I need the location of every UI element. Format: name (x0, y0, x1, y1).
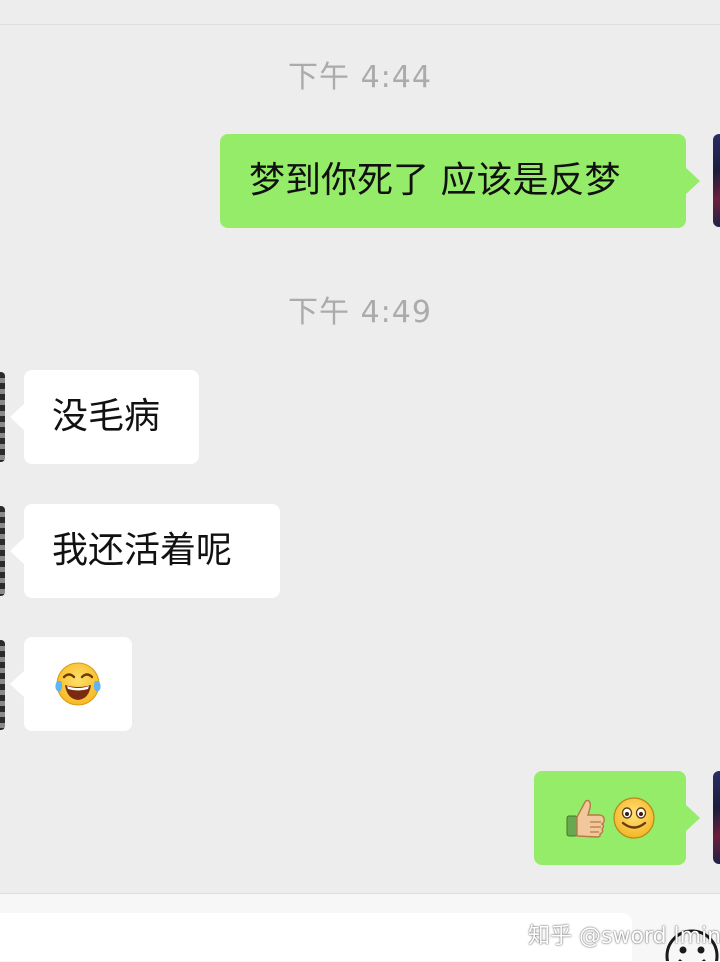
message-bubble-received[interactable] (10, 637, 132, 731)
message-text: 我还活着呢 (52, 530, 233, 571)
message-text: 没毛病 (52, 396, 161, 437)
contact-avatar[interactable] (0, 506, 5, 596)
message-bubble-received[interactable]: 没毛病 (10, 370, 199, 464)
thumbs-up-emoji (566, 799, 605, 838)
header-divider (0, 24, 720, 25)
my-avatar[interactable] (713, 771, 720, 864)
contact-avatar[interactable] (0, 640, 5, 730)
message-text: 梦到你死了 应该是反梦 (249, 160, 621, 201)
timestamp: 下午 4:44 (288, 60, 432, 95)
message-bubble-sent[interactable] (534, 771, 700, 865)
my-avatar[interactable] (713, 134, 720, 227)
smile-emoji (613, 797, 655, 839)
message-bubble-sent[interactable]: 梦到你死了 应该是反梦 (220, 134, 700, 228)
message-bubble-received[interactable]: 我还活着呢 (10, 504, 280, 598)
contact-avatar[interactable] (0, 372, 5, 462)
watermark: 知乎 @sword lmin (528, 924, 720, 949)
laughing-tears-emoji (55, 662, 101, 706)
timestamp: 下午 4:49 (288, 295, 432, 330)
